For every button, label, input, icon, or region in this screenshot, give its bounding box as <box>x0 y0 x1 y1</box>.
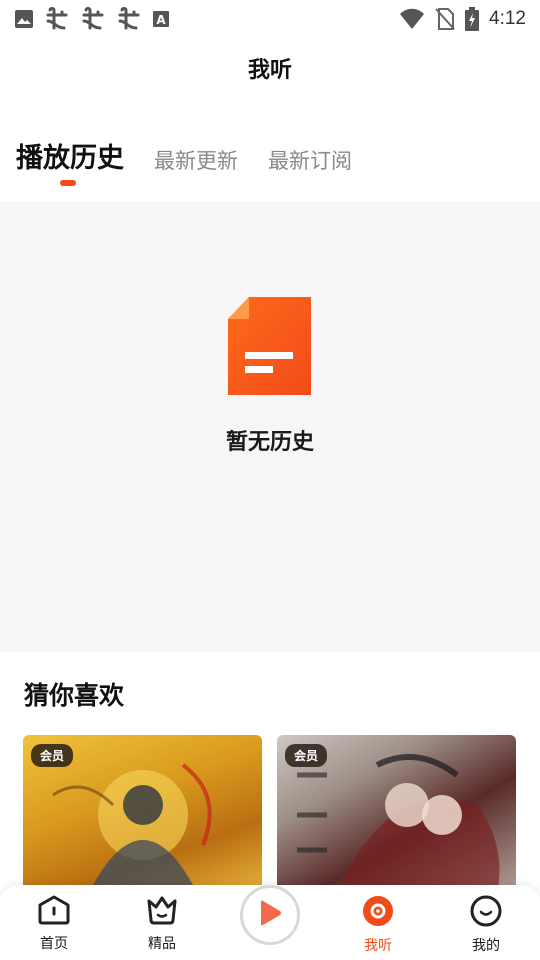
empty-history-text: 暂无历史 <box>225 430 314 455</box>
book-card[interactable]: 会员 <box>277 735 516 895</box>
nav-label: 首页 <box>40 936 68 952</box>
recommend-section-title: 猜你喜欢 <box>24 681 125 710</box>
tab-indicator <box>60 180 76 186</box>
book-card[interactable]: 会员 <box>23 735 262 895</box>
page-title: 我听 <box>247 58 292 83</box>
nav-label: 我的 <box>472 938 500 954</box>
wifi-icon <box>399 8 425 30</box>
nav-mine[interactable]: 我的 <box>432 885 540 960</box>
recommend-list: 会员 会员 <box>23 735 516 895</box>
status-bar: A 4:12 <box>0 0 540 38</box>
nav-label: 我听 <box>364 938 392 954</box>
vip-badge: 会员 <box>285 744 328 767</box>
bug-icon <box>116 6 142 32</box>
smile-icon <box>470 895 502 931</box>
nav-label: 精品 <box>148 936 176 952</box>
home-icon <box>37 895 71 929</box>
nav-premium[interactable]: 精品 <box>108 885 216 960</box>
play-icon <box>257 899 283 931</box>
tab-play-history[interactable]: 播放历史 <box>16 136 124 175</box>
status-time: 4:12 <box>489 8 526 29</box>
svg-text:A: A <box>156 13 166 27</box>
vip-badge: 会员 <box>31 744 74 767</box>
bug-icon <box>44 6 70 32</box>
battery-charging-icon <box>465 7 480 31</box>
nav-listen[interactable]: 我听 <box>324 885 432 960</box>
a-icon: A <box>152 10 170 28</box>
no-sim-icon <box>435 8 455 30</box>
image-icon <box>14 9 34 29</box>
tab-latest-updates[interactable]: 最新更新 <box>154 145 238 175</box>
play-button[interactable] <box>240 885 300 945</box>
nav-home[interactable]: 首页 <box>0 885 108 960</box>
document-icon <box>227 297 312 399</box>
tab-bar: 播放历史 最新更新 最新订阅 <box>16 136 352 175</box>
tab-latest-subscriptions[interactable]: 最新订阅 <box>268 145 352 175</box>
bug-icon <box>80 6 106 32</box>
crown-icon <box>145 895 179 929</box>
record-icon <box>362 895 394 931</box>
